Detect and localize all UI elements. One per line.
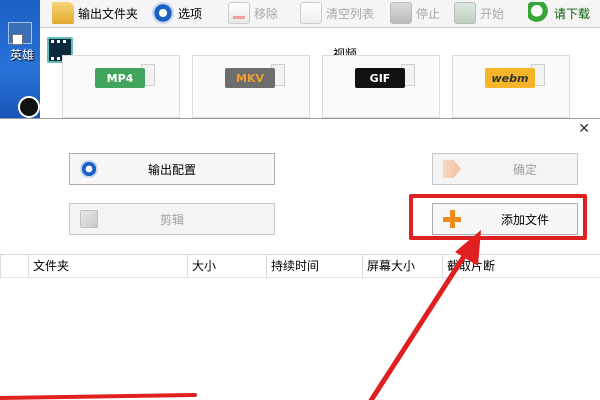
clear-list-label: 清空列表: [326, 6, 375, 21]
column-header-screen-size[interactable]: 屏幕大小: [362, 255, 442, 278]
clear-list-button[interactable]: 清空列表: [300, 0, 374, 26]
search-icon: [528, 2, 550, 24]
format-webm-tile[interactable]: webm: [452, 55, 570, 118]
remove-icon: [228, 2, 250, 24]
column-header-size[interactable]: 大小: [187, 255, 266, 278]
output-folder-button[interactable]: 输出文件夹: [52, 0, 138, 26]
options-label: 选项: [178, 6, 203, 21]
desktop-shortcut-icon[interactable]: [8, 22, 32, 45]
output-config-label: 输出配置: [147, 162, 196, 177]
desktop-shortcut-label: 英雄: [10, 48, 35, 62]
output-folder-label: 输出文件夹: [78, 6, 139, 21]
file-table-header: 文件夹 大小 持续时间 屏幕大小 截取片断: [0, 254, 600, 278]
arrow-right-icon: [443, 160, 461, 178]
stop-button[interactable]: 停止: [390, 0, 440, 26]
annotation-highlight-box: [409, 194, 587, 240]
format-gif-label: GIF: [355, 68, 405, 88]
download-link[interactable]: 请下载: [528, 0, 590, 26]
options-button[interactable]: 选项: [152, 0, 202, 26]
format-mp4-tile[interactable]: MP4: [62, 55, 180, 118]
column-header-folder[interactable]: 文件夹: [28, 255, 187, 278]
format-mkv-tile[interactable]: MKV: [192, 55, 310, 118]
remove-button[interactable]: 移除: [228, 0, 278, 26]
folder-icon: [52, 2, 74, 24]
start-button[interactable]: 开始: [454, 0, 504, 26]
format-mkv-label: MKV: [225, 68, 275, 88]
gear-icon: [152, 2, 174, 24]
close-icon[interactable]: ✕: [578, 121, 590, 137]
desktop-background: 英雄: [0, 0, 40, 118]
play-icon: [454, 2, 476, 24]
desktop-avatar-icon: [18, 96, 40, 118]
remove-label: 移除: [254, 6, 279, 21]
column-header-duration[interactable]: 持续时间: [266, 255, 362, 278]
start-label: 开始: [480, 6, 505, 21]
main-toolbar: 输出文件夹 选项 移除 清空列表 停止 开始 请下载: [40, 0, 600, 28]
clip-button[interactable]: 剪辑: [69, 203, 275, 235]
clear-list-icon: [300, 2, 322, 24]
clip-label: 剪辑: [159, 212, 184, 227]
confirm-button[interactable]: 确定: [432, 153, 578, 185]
download-label: 请下载: [554, 6, 591, 21]
output-config-button[interactable]: 输出配置: [69, 153, 275, 185]
column-header-blank: [0, 255, 28, 278]
stop-icon: [390, 2, 412, 24]
file-table-body: [0, 278, 600, 400]
format-mp4-label: MP4: [95, 68, 145, 88]
stop-label: 停止: [416, 6, 441, 21]
format-gif-tile[interactable]: GIF: [322, 55, 440, 118]
format-webm-label: webm: [485, 68, 535, 88]
column-header-clip-segment[interactable]: 截取片断: [442, 255, 600, 278]
confirm-label: 确定: [512, 162, 537, 177]
